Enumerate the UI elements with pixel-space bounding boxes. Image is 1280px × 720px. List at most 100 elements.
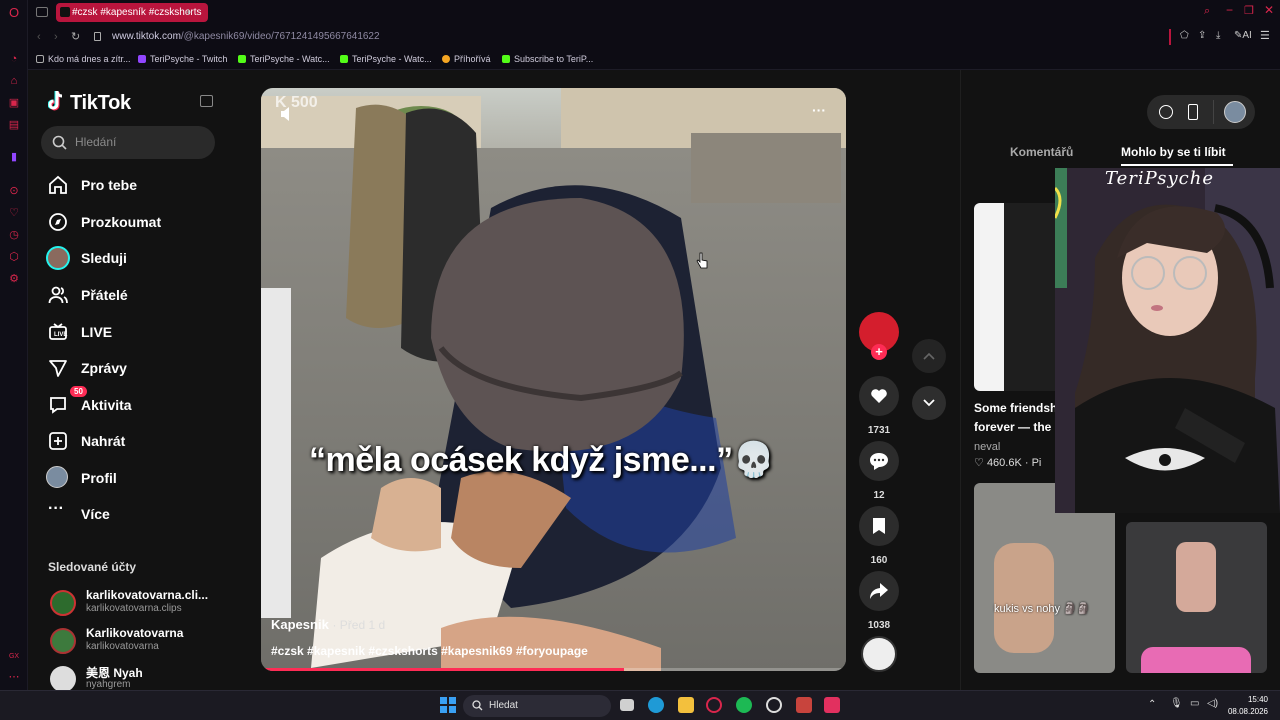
twitch-icon[interactable]: ▮ xyxy=(7,150,21,164)
volume-icon[interactable] xyxy=(279,106,297,122)
search-icon xyxy=(52,135,67,150)
bookmark-item[interactable]: TeriPsyche - Watc... xyxy=(340,54,432,64)
suggested-video-title-line2[interactable]: forever — the xyxy=(974,420,1051,434)
video-more-icon[interactable]: ··· xyxy=(812,102,826,118)
settings-icon[interactable]: ⚙ xyxy=(7,272,21,286)
profile-avatar[interactable] xyxy=(1224,101,1246,123)
comment-button[interactable]: 12 xyxy=(859,441,899,501)
sidebar-app-icon[interactable]: ⬡ xyxy=(7,250,21,264)
suggested-video-thumbnail[interactable] xyxy=(1126,522,1267,673)
download-icon[interactable]: ⤓ xyxy=(1216,30,1220,41)
maximize-icon[interactable]: ❐ xyxy=(1244,4,1254,17)
taskbar-clock[interactable]: 15:40 08.08.2026 xyxy=(1228,694,1268,718)
music-disc-button[interactable] xyxy=(859,636,899,672)
bookmark-item[interactable]: TeriPsyche - Twitch xyxy=(138,54,227,64)
video-progress-bar[interactable] xyxy=(261,668,846,671)
steam-icon[interactable] xyxy=(766,697,782,713)
opera-logo-icon[interactable]: O xyxy=(7,6,21,20)
follow-plus-icon[interactable]: + xyxy=(871,344,887,360)
creator-avatar-button[interactable]: + xyxy=(859,312,899,360)
extension-icon[interactable]: ⬠ xyxy=(1180,30,1189,41)
bookmark-item[interactable]: TeriPsyche - Watc... xyxy=(238,54,330,64)
minimize-icon[interactable]: − xyxy=(1226,3,1233,17)
file-explorer-icon[interactable] xyxy=(678,697,694,713)
heart-icon[interactable]: ♡ xyxy=(7,206,21,220)
sidebar-app-icon[interactable]: ⊙ xyxy=(7,184,21,198)
video-author[interactable]: Kapesnik · Před 1 d xyxy=(271,617,385,632)
previous-video-button[interactable] xyxy=(912,339,946,373)
tab-suggested[interactable]: Mohlo by se ti líbit xyxy=(1121,145,1226,159)
followed-account[interactable]: 美恩 Nyah nyahgrem xyxy=(48,664,228,690)
collapse-sidebar-icon[interactable] xyxy=(200,95,213,107)
followed-account[interactable]: Karlikovatovarna karlikovatovarna xyxy=(48,626,228,660)
nav-activity[interactable]: 50 Aktivita xyxy=(44,386,224,421)
nav-label: Přátelé xyxy=(81,287,128,303)
webcam-frame xyxy=(1055,168,1280,513)
volume-icon[interactable]: ◁) xyxy=(1207,698,1218,709)
nav-friends[interactable]: Přátelé xyxy=(44,281,224,311)
taskbar-search[interactable]: Hledat xyxy=(463,695,611,717)
account-handle: karlikovatovarna.clips xyxy=(86,603,182,614)
sidebar-app-icon[interactable]: ▣ xyxy=(7,96,21,110)
nav-explore[interactable]: Prozkoumat xyxy=(44,208,224,238)
forward-icon[interactable]: › xyxy=(54,31,58,43)
snapshot-icon[interactable]: ⇪ xyxy=(1198,30,1206,41)
video-hashtags[interactable]: #czsk #kapesnik #czskshorts #kapesnik69 … xyxy=(271,644,588,658)
nav-messages[interactable]: Zprávy xyxy=(44,354,224,384)
sidebar-app-icon[interactable]: ◔ xyxy=(7,52,21,66)
app-icon[interactable] xyxy=(796,697,812,713)
nav-label: Více xyxy=(81,506,110,522)
tab-comments[interactable]: Komentářů xyxy=(1010,145,1073,159)
search-input[interactable]: Hledání xyxy=(41,126,215,159)
nav-for-you[interactable]: Pro tebe xyxy=(44,171,224,201)
tray-chevron-icon[interactable]: ⌃ xyxy=(1148,699,1156,710)
search-tabs-icon[interactable]: ⌕ xyxy=(1204,5,1210,18)
tab-menu-icon[interactable] xyxy=(36,7,48,17)
close-icon[interactable]: ✕ xyxy=(1264,3,1274,17)
history-icon[interactable]: ◷ xyxy=(7,228,21,242)
reload-icon[interactable]: ↻ xyxy=(71,30,80,43)
task-view-icon[interactable] xyxy=(620,699,634,711)
menu-icon[interactable]: ☰ xyxy=(1260,29,1270,42)
nav-following[interactable]: Sleduji xyxy=(44,244,224,274)
like-button[interactable]: 1731 xyxy=(859,376,899,436)
like-count: 1731 xyxy=(867,425,891,436)
video-frame xyxy=(261,88,846,671)
sidebar-app-icon[interactable]: ▤ xyxy=(7,118,21,132)
nav-profile[interactable]: Profil xyxy=(44,464,224,494)
save-button[interactable]: 160 xyxy=(859,506,899,566)
nav-label: Nahrát xyxy=(81,433,126,449)
opera-gx-icon[interactable] xyxy=(706,697,722,713)
nav-upload[interactable]: Nahrát xyxy=(44,427,224,457)
next-video-button[interactable] xyxy=(912,386,946,420)
activity-badge: 50 xyxy=(70,386,87,397)
gx-icon[interactable]: GX xyxy=(7,650,21,664)
tiktok-app-icon[interactable] xyxy=(824,697,840,713)
pill-divider xyxy=(1213,100,1214,124)
windows-start-icon[interactable] xyxy=(440,697,456,713)
video-player[interactable]: K 500 ··· “měla ocásek když jsme...”💀 Ka… xyxy=(261,88,846,671)
new-tab-icon[interactable]: + xyxy=(185,5,192,19)
spotify-icon[interactable] xyxy=(736,697,752,713)
more-icon[interactable]: ⋯ xyxy=(7,670,21,684)
back-icon[interactable]: ‹ xyxy=(37,31,41,43)
mobile-icon[interactable] xyxy=(1188,104,1198,120)
url-field[interactable]: www.tiktok.com/@kapesnik69/video/7671241… xyxy=(112,31,380,42)
followed-account[interactable]: karlikovatovarna.cli... karlikovatovarna… xyxy=(48,588,228,622)
nav-more[interactable]: ··· Více xyxy=(44,500,224,530)
ai-button[interactable]: ✎AI xyxy=(1234,30,1252,41)
url-path: /@kapesnik69/video/7671241495667641622 xyxy=(180,31,380,42)
bookmark-item[interactable]: Příhořívá xyxy=(442,54,491,64)
explore-icon[interactable] xyxy=(1159,105,1173,119)
sidebar-app-icon[interactable]: ⌂ xyxy=(7,74,21,88)
bookmark-item[interactable]: Subscribe to TeriP... xyxy=(502,54,593,64)
microphone-icon[interactable]: 🎙 xyxy=(1170,698,1183,709)
network-icon[interactable]: ▭ xyxy=(1190,698,1199,709)
nav-live[interactable]: LIVE LIVE xyxy=(44,318,224,348)
bookmark-item[interactable]: Kdo má dnes a zítr... xyxy=(36,54,131,64)
tiktok-logo[interactable]: TikTok xyxy=(47,90,131,115)
share-button[interactable]: 1038 xyxy=(859,571,899,631)
suggested-video-title[interactable]: Some friendsh xyxy=(974,401,1057,415)
suggested-video-author[interactable]: neval xyxy=(974,441,1000,453)
edge-icon[interactable] xyxy=(648,697,664,713)
